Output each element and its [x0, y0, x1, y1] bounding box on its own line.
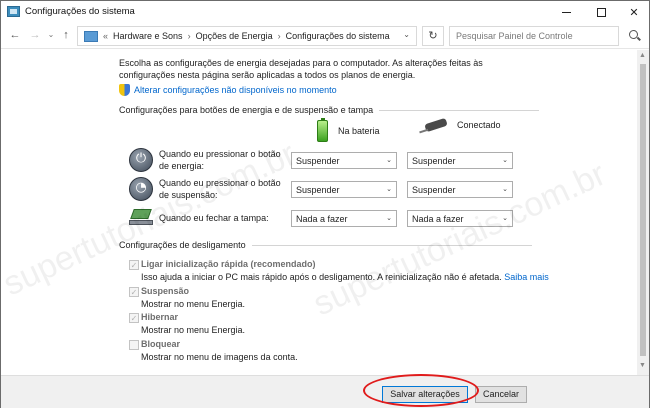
breadcrumb-chevron-icon[interactable]: › — [188, 31, 191, 41]
lid-close-plugged-value: Nada a fazer — [412, 214, 464, 224]
power-button-battery-value: Suspender — [296, 156, 340, 166]
power-button-plugged-value: Suspender — [412, 156, 456, 166]
chevron-down-icon: ⌄ — [386, 186, 392, 193]
search-input[interactable]: Pesquisar Painel de Controle — [449, 26, 619, 46]
scrollbar-thumb[interactable] — [640, 64, 646, 356]
scroll-up-arrow-icon[interactable]: ▲ — [639, 52, 646, 59]
chevron-down-icon: ⌄ — [502, 186, 508, 193]
settings-content: Escolha as configurações de energia dese… — [1, 50, 637, 375]
back-arrow-icon[interactable]: ← — [8, 28, 22, 42]
change-unavailable-settings-link[interactable]: Alterar configurações não disponíveis no… — [134, 85, 337, 95]
chevron-down-icon: ⌄ — [386, 157, 392, 164]
intro-text: Escolha as configurações de energia dese… — [119, 58, 483, 80]
sleep-checkbox[interactable]: ✓ — [129, 287, 139, 297]
sleep-button-icon — [129, 177, 153, 201]
minimize-button[interactable] — [551, 1, 581, 23]
power-button-battery-select[interactable]: Suspender ⌄ — [291, 152, 397, 169]
chevron-down-icon: ⌄ — [386, 215, 392, 222]
lid-close-plugged-select[interactable]: Nada a fazer ⌄ — [407, 210, 513, 227]
hibernate-checkbox[interactable]: ✓ — [129, 313, 139, 323]
section-divider — [379, 109, 540, 111]
close-button[interactable]: ✕ — [619, 1, 649, 23]
sleep-description: Mostrar no menu Energia. — [141, 299, 246, 309]
refresh-icon: ↻ — [428, 30, 438, 42]
section-divider — [251, 244, 532, 246]
power-button-icon — [129, 148, 153, 172]
shutdown-section-title: Configurações de desligamento — [119, 240, 532, 250]
battery-icon — [317, 118, 328, 142]
hibernate-description: Mostrar no menu Energia. — [141, 325, 246, 335]
fast-startup-label: Ligar inicialização rápida (recomendado) — [141, 259, 316, 269]
maximize-button[interactable] — [586, 1, 616, 23]
power-button-label: Quando eu pressionar o botão de energia: — [159, 149, 281, 171]
fast-startup-desc-text: Isso ajuda a iniciar o PC mais rápido ap… — [141, 272, 502, 282]
lid-close-battery-select[interactable]: Nada a fazer ⌄ — [291, 210, 397, 227]
hibernate-label: Hibernar — [141, 312, 179, 322]
chevron-down-icon: ⌄ — [502, 215, 508, 222]
control-panel-icon — [7, 6, 20, 17]
navigation-bar: ← → ⌄ ↑ « Hardware e Sons › Opções de En… — [1, 23, 649, 49]
dialog-footer: Salvar alterações Cancelar — [1, 375, 649, 408]
forward-arrow-icon[interactable]: → — [28, 28, 42, 42]
power-plug-icon — [424, 117, 448, 133]
lock-label: Bloquear — [141, 339, 181, 349]
battery-column-label: Na bateria — [338, 126, 380, 136]
title-bar: Configurações do sistema ✕ — [1, 1, 649, 23]
refresh-button[interactable]: ↻ — [422, 26, 444, 46]
lid-close-battery-value: Nada a fazer — [296, 214, 348, 224]
lock-description: Mostrar no menu de imagens da conta. — [141, 352, 298, 362]
breadcrumb-system-settings[interactable]: Configurações do sistema — [286, 31, 390, 41]
minimize-icon — [561, 11, 571, 13]
address-dropdown-chevron-icon[interactable]: ⌄ — [403, 30, 410, 39]
control-panel-window: Configurações do sistema ✕ ← → ⌄ ↑ « Har… — [0, 0, 650, 408]
sleep-button-battery-select[interactable]: Suspender ⌄ — [291, 181, 397, 198]
fast-startup-checkbox[interactable]: ✓ — [129, 260, 139, 270]
learn-more-link[interactable]: Saiba mais — [504, 272, 549, 282]
lock-checkbox[interactable]: ✓ — [129, 340, 139, 350]
laptop-lid-icon — [129, 209, 153, 229]
chevron-down-icon: ⌄ — [502, 157, 508, 164]
breadcrumb-chevron-icon[interactable]: › — [278, 31, 281, 41]
power-buttons-section-title: Configurações para botões de energia e d… — [119, 105, 540, 115]
breadcrumb-hardware[interactable]: Hardware e Sons — [113, 31, 183, 41]
scroll-down-arrow-icon[interactable]: ▼ — [639, 362, 646, 369]
close-icon: ✕ — [629, 6, 639, 19]
sleep-button-label: Quando eu pressionar o botão de suspensã… — [159, 178, 281, 200]
power-button-plugged-select[interactable]: Suspender ⌄ — [407, 152, 513, 169]
control-panel-address-icon — [84, 30, 98, 42]
sleep-button-battery-value: Suspender — [296, 185, 340, 195]
search-icon[interactable] — [629, 30, 638, 39]
fast-startup-description: Isso ajuda a iniciar o PC mais rápido ap… — [141, 272, 549, 282]
plugged-column-header: Conectado — [424, 117, 501, 133]
cancel-button[interactable]: Cancelar — [475, 386, 527, 403]
uac-shield-icon — [119, 84, 130, 96]
window-title: Configurações do sistema — [25, 6, 135, 17]
sleep-button-plugged-value: Suspender — [412, 185, 456, 195]
sleep-label: Suspensão — [141, 286, 190, 296]
battery-column-header: Na bateria — [317, 118, 380, 142]
sleep-button-plugged-select[interactable]: Suspender ⌄ — [407, 181, 513, 198]
breadcrumb-power-options[interactable]: Opções de Energia — [196, 31, 273, 41]
breadcrumb-separator: « — [103, 31, 109, 41]
maximize-icon — [596, 7, 606, 17]
admin-settings-link[interactable]: Alterar configurações não disponíveis no… — [119, 84, 337, 96]
lid-close-label: Quando eu fechar a tampa: — [159, 213, 269, 223]
recent-locations-chevron-icon[interactable]: ⌄ — [44, 28, 58, 42]
highlight-circle — [363, 374, 479, 407]
vertical-scrollbar[interactable]: ▲ ▼ — [637, 50, 649, 375]
power-buttons-section-label: Configurações para botões de energia e d… — [119, 105, 374, 115]
up-arrow-icon[interactable]: ↑ — [59, 28, 73, 42]
shutdown-section-label: Configurações de desligamento — [119, 240, 246, 250]
plugged-column-label: Conectado — [457, 120, 501, 130]
address-bar[interactable]: « Hardware e Sons › Opções de Energia › … — [77, 26, 417, 46]
